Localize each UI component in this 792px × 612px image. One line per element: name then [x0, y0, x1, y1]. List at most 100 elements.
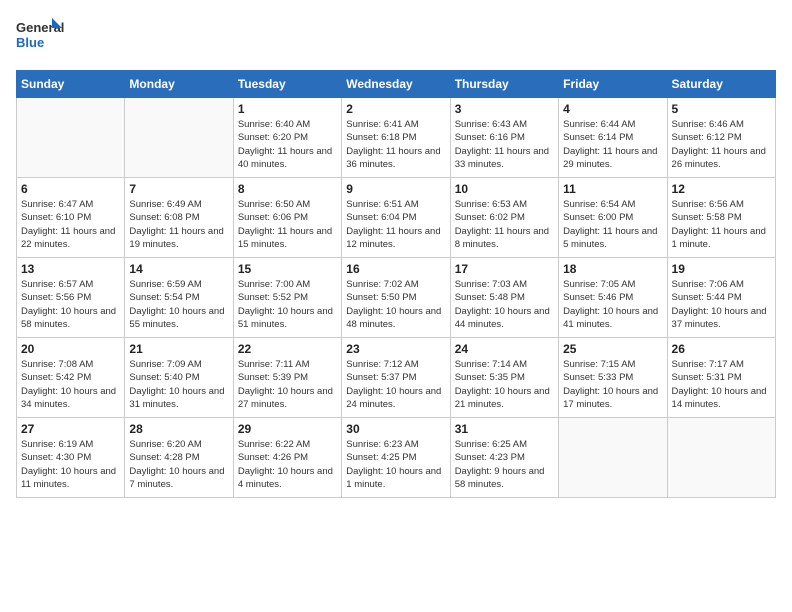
day-info: Sunrise: 6:23 AMSunset: 4:25 PMDaylight:… — [346, 438, 445, 491]
day-number: 13 — [21, 262, 120, 276]
day-cell: 9 Sunrise: 6:51 AMSunset: 6:04 PMDaylight… — [342, 178, 450, 258]
day-number: 10 — [455, 182, 554, 196]
day-cell: 4Sunrise: 6:44 AMSunset: 6:14 PMDaylight… — [559, 98, 667, 178]
header-cell-monday: Monday — [125, 71, 233, 98]
day-info: Sunrise: 7:09 AMSunset: 5:40 PMDaylight:… — [129, 358, 228, 411]
day-cell: 15 Sunrise: 7:00 AMSunset: 5:52 PMDayligh… — [233, 258, 341, 338]
day-number: 1 — [238, 102, 337, 116]
header-cell-tuesday: Tuesday — [233, 71, 341, 98]
day-number: 3 — [455, 102, 554, 116]
day-number: 17 — [455, 262, 554, 276]
day-number: 15 — [238, 262, 337, 276]
day-number: 24 — [455, 342, 554, 356]
day-info: Sunrise: 7:08 AMSunset: 5:42 PMDaylight:… — [21, 358, 120, 411]
day-info: Sunrise: 7:06 AMSunset: 5:44 PMDaylight:… — [672, 278, 771, 331]
day-cell: 8 Sunrise: 6:50 AMSunset: 6:06 PMDaylight… — [233, 178, 341, 258]
day-info: Sunrise: 6:25 AMSunset: 4:23 PMDaylight:… — [455, 438, 554, 491]
day-info: Sunrise: 6:40 AMSunset: 6:20 PMDaylight:… — [238, 118, 337, 171]
day-cell: 23Sunrise: 7:12 AMSunset: 5:37 PMDayligh… — [342, 338, 450, 418]
header: General Blue — [16, 16, 776, 58]
day-cell: 3 Sunrise: 6:43 AMSunset: 6:16 PMDaylight… — [450, 98, 558, 178]
day-number: 31 — [455, 422, 554, 436]
day-number: 12 — [672, 182, 771, 196]
day-cell: 24 Sunrise: 7:14 AMSunset: 5:35 PMDayligh… — [450, 338, 558, 418]
day-number: 7 — [129, 182, 228, 196]
day-cell: 6Sunrise: 6:47 AMSunset: 6:10 PMDaylight… — [17, 178, 125, 258]
day-cell — [125, 98, 233, 178]
svg-text:Blue: Blue — [16, 35, 44, 50]
day-cell — [559, 418, 667, 498]
day-cell: 1 Sunrise: 6:40 AMSunset: 6:20 PMDaylight… — [233, 98, 341, 178]
day-number: 14 — [129, 262, 228, 276]
header-cell-thursday: Thursday — [450, 71, 558, 98]
day-cell: 17 Sunrise: 7:03 AMSunset: 5:48 PMDayligh… — [450, 258, 558, 338]
day-info: Sunrise: 6:57 AMSunset: 5:56 PMDaylight:… — [21, 278, 120, 331]
day-info: Sunrise: 6:47 AMSunset: 6:10 PMDaylight:… — [21, 198, 120, 251]
day-cell: 29Sunrise: 6:22 AMSunset: 4:26 PMDayligh… — [233, 418, 341, 498]
day-cell: 22 Sunrise: 7:11 AMSunset: 5:39 PMDayligh… — [233, 338, 341, 418]
day-info: Sunrise: 6:20 AMSunset: 4:28 PMDaylight:… — [129, 438, 228, 491]
day-number: 5 — [672, 102, 771, 116]
day-number: 25 — [563, 342, 662, 356]
week-row-5: 27 Sunrise: 6:19 AMSunset: 4:30 PMDayligh… — [17, 418, 776, 498]
day-info: Sunrise: 7:00 AMSunset: 5:52 PMDaylight:… — [238, 278, 337, 331]
day-info: Sunrise: 6:51 AMSunset: 6:04 PMDaylight:… — [346, 198, 445, 251]
week-row-4: 20 Sunrise: 7:08 AMSunset: 5:42 PMDayligh… — [17, 338, 776, 418]
day-number: 23 — [346, 342, 445, 356]
day-info: Sunrise: 6:59 AMSunset: 5:54 PMDaylight:… — [129, 278, 228, 331]
day-number: 22 — [238, 342, 337, 356]
day-cell: 21Sunrise: 7:09 AMSunset: 5:40 PMDayligh… — [125, 338, 233, 418]
day-info: Sunrise: 7:11 AMSunset: 5:39 PMDaylight:… — [238, 358, 337, 411]
logo-svg: General Blue — [16, 16, 66, 58]
day-cell: 31 Sunrise: 6:25 AMSunset: 4:23 PMDayligh… — [450, 418, 558, 498]
day-cell: 26 Sunrise: 7:17 AMSunset: 5:31 PMDayligh… — [667, 338, 775, 418]
day-cell: 10 Sunrise: 6:53 AMSunset: 6:02 PMDayligh… — [450, 178, 558, 258]
day-cell: 12 Sunrise: 6:56 AMSunset: 5:58 PMDayligh… — [667, 178, 775, 258]
day-cell — [667, 418, 775, 498]
header-cell-friday: Friday — [559, 71, 667, 98]
calendar-table: SundayMondayTuesdayWednesdayThursdayFrid… — [16, 70, 776, 498]
day-info: Sunrise: 6:53 AMSunset: 6:02 PMDaylight:… — [455, 198, 554, 251]
day-info: Sunrise: 7:02 AMSunset: 5:50 PMDaylight:… — [346, 278, 445, 331]
header-row: SundayMondayTuesdayWednesdayThursdayFrid… — [17, 71, 776, 98]
day-number: 19 — [672, 262, 771, 276]
header-cell-wednesday: Wednesday — [342, 71, 450, 98]
day-info: Sunrise: 7:17 AMSunset: 5:31 PMDaylight:… — [672, 358, 771, 411]
week-row-1: 1 Sunrise: 6:40 AMSunset: 6:20 PMDaylight… — [17, 98, 776, 178]
day-number: 30 — [346, 422, 445, 436]
day-info: Sunrise: 6:54 AMSunset: 6:00 PMDaylight:… — [563, 198, 662, 251]
day-cell: 7 Sunrise: 6:49 AMSunset: 6:08 PMDaylight… — [125, 178, 233, 258]
day-number: 29 — [238, 422, 337, 436]
day-cell: 20 Sunrise: 7:08 AMSunset: 5:42 PMDayligh… — [17, 338, 125, 418]
day-info: Sunrise: 6:50 AMSunset: 6:06 PMDaylight:… — [238, 198, 337, 251]
day-cell: 14 Sunrise: 6:59 AMSunset: 5:54 PMDayligh… — [125, 258, 233, 338]
day-number: 4 — [563, 102, 662, 116]
day-number: 9 — [346, 182, 445, 196]
day-info: Sunrise: 6:19 AMSunset: 4:30 PMDaylight:… — [21, 438, 120, 491]
day-cell: 25Sunrise: 7:15 AMSunset: 5:33 PMDayligh… — [559, 338, 667, 418]
day-info: Sunrise: 6:43 AMSunset: 6:16 PMDaylight:… — [455, 118, 554, 171]
header-cell-sunday: Sunday — [17, 71, 125, 98]
day-cell: 19 Sunrise: 7:06 AMSunset: 5:44 PMDayligh… — [667, 258, 775, 338]
day-info: Sunrise: 6:56 AMSunset: 5:58 PMDaylight:… — [672, 198, 771, 251]
header-cell-saturday: Saturday — [667, 71, 775, 98]
day-cell: 28Sunrise: 6:20 AMSunset: 4:28 PMDayligh… — [125, 418, 233, 498]
day-number: 26 — [672, 342, 771, 356]
day-info: Sunrise: 7:14 AMSunset: 5:35 PMDaylight:… — [455, 358, 554, 411]
day-number: 27 — [21, 422, 120, 436]
day-info: Sunrise: 6:49 AMSunset: 6:08 PMDaylight:… — [129, 198, 228, 251]
day-info: Sunrise: 7:05 AMSunset: 5:46 PMDaylight:… — [563, 278, 662, 331]
week-row-2: 6Sunrise: 6:47 AMSunset: 6:10 PMDaylight… — [17, 178, 776, 258]
day-number: 11 — [563, 182, 662, 196]
day-info: Sunrise: 7:03 AMSunset: 5:48 PMDaylight:… — [455, 278, 554, 331]
day-cell: 2Sunrise: 6:41 AMSunset: 6:18 PMDaylight… — [342, 98, 450, 178]
day-number: 16 — [346, 262, 445, 276]
page: General Blue SundayMondayTuesdayWednesda… — [0, 0, 792, 612]
day-number: 20 — [21, 342, 120, 356]
day-cell: 16 Sunrise: 7:02 AMSunset: 5:50 PMDayligh… — [342, 258, 450, 338]
day-cell — [17, 98, 125, 178]
day-number: 2 — [346, 102, 445, 116]
day-number: 8 — [238, 182, 337, 196]
day-cell: 30 Sunrise: 6:23 AMSunset: 4:25 PMDayligh… — [342, 418, 450, 498]
day-cell: 11 Sunrise: 6:54 AMSunset: 6:00 PMDayligh… — [559, 178, 667, 258]
